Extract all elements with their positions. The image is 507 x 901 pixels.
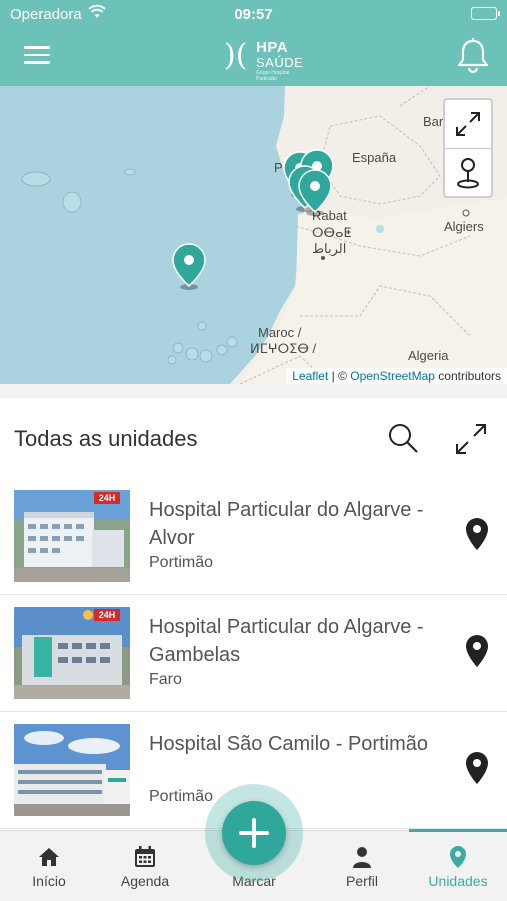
map-label-barcelona: Bar	[423, 114, 443, 129]
unit-list-item[interactable]: 24H Hospital Particular do Algarve - Alv…	[0, 478, 507, 595]
unit-list-item[interactable]: 24H Hospital Particular do Algarve - Gam…	[0, 595, 507, 712]
unit-photo: 24H	[14, 490, 130, 582]
list-title: Todas as unidades	[14, 426, 197, 452]
map-land-shapes	[0, 86, 507, 384]
list-header: Todas as unidades	[0, 398, 507, 478]
tab-agenda[interactable]: Agenda	[96, 831, 194, 901]
hpa-saude-logo: )( HPA SAÚDE Grupo Hospital Particular	[224, 36, 304, 78]
map-pin-icon[interactable]	[462, 516, 492, 552]
map-attribution: Leaflet | © OpenStreetMap contributors	[286, 368, 507, 384]
map-label-algeria: Algeria	[408, 348, 448, 363]
location-pin-icon	[446, 845, 470, 869]
clock: 09:57	[0, 6, 507, 23]
map-marker-pin[interactable]	[170, 242, 208, 290]
map-fullscreen-button[interactable]	[445, 100, 491, 148]
home-icon	[37, 845, 61, 869]
notifications-bell-icon[interactable]	[457, 38, 489, 74]
unit-name: Hospital Particular do Algarve - Gambela…	[149, 613, 449, 669]
status-bar: Operadora 09:57	[0, 0, 507, 28]
attribution-separator: | ©	[328, 369, 350, 383]
new-appointment-button[interactable]	[222, 801, 286, 865]
tab-label: Perfil	[313, 873, 411, 889]
tab-label: Unidades	[409, 873, 507, 889]
person-icon	[350, 845, 374, 869]
openstreetmap-link[interactable]: OpenStreetMap	[350, 369, 435, 383]
map-label-morocco-tifinagh: ⵍⵎⵖⵔⵉⴱ /	[250, 341, 316, 357]
expand-arrows-icon	[453, 109, 483, 139]
tab-label: Início	[0, 873, 98, 889]
logo-mark: )(	[224, 38, 247, 73]
expand-list-icon[interactable]	[454, 422, 488, 456]
location-marker-icon	[455, 156, 481, 190]
map-label-spain: España	[352, 150, 396, 165]
badge-24h: 24H	[99, 610, 116, 620]
map-locate-button[interactable]	[445, 148, 491, 196]
badge-24h: 24H	[99, 493, 116, 503]
unit-photo: 24H	[14, 607, 130, 699]
logo-text-hpa: HPA	[256, 39, 288, 56]
leaflet-link[interactable]: Leaflet	[292, 369, 328, 383]
units-map[interactable]: España P Bar Rabat ⵔⴱⴰⵟ الرباط Algiers M…	[0, 86, 507, 384]
unit-city: Faro	[149, 671, 182, 689]
map-pin-icon[interactable]	[462, 750, 492, 786]
tab-perfil[interactable]: Perfil	[313, 831, 411, 901]
unit-name: Hospital Particular do Algarve - Alvor	[149, 496, 449, 552]
logo-text-saude: SAÚDE	[256, 55, 303, 70]
map-label-algiers: Algiers	[444, 219, 484, 234]
units-list-panel: Todas as unidades 24H Hospital Particula…	[0, 398, 507, 830]
unit-photo	[14, 724, 130, 816]
map-label-morocco: Maroc /	[258, 325, 301, 340]
map-label-rabat-arabic: الرباط	[312, 241, 346, 257]
tab-label: Agenda	[96, 873, 194, 889]
map-pin-icon[interactable]	[462, 633, 492, 669]
battery-icon	[471, 7, 497, 20]
map-label-rabat-tifinagh: ⵔⴱⴰⵟ	[312, 225, 352, 241]
tab-inicio[interactable]: Início	[0, 831, 98, 901]
logo-subtext: Grupo Hospital Particular	[256, 70, 304, 82]
unit-city: Portimão	[149, 788, 213, 806]
search-icon[interactable]	[387, 422, 419, 454]
hamburger-menu-icon[interactable]	[22, 42, 52, 70]
unit-city: Portimão	[149, 554, 213, 572]
unit-name: Hospital São Camilo - Portimão	[149, 730, 449, 758]
calendar-icon	[133, 845, 157, 869]
app-header: )( HPA SAÚDE Grupo Hospital Particular	[0, 28, 507, 86]
map-controls	[443, 98, 493, 198]
map-marker-pin[interactable]	[296, 168, 334, 216]
tab-unidades[interactable]: Unidades	[409, 831, 507, 901]
attribution-suffix: contributors	[435, 369, 501, 383]
